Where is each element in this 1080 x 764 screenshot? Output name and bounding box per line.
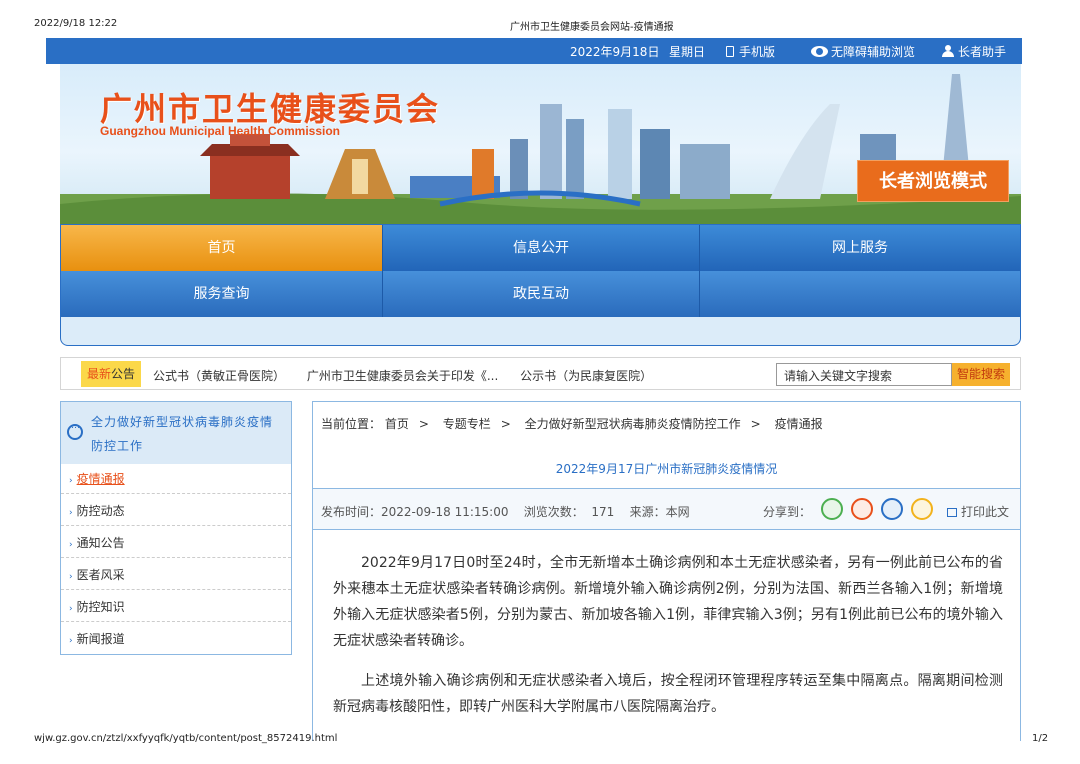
qzone-icon[interactable] xyxy=(911,498,933,520)
main-nav: 首页 信息公开 网上服务 服务查询 政民互动 xyxy=(60,224,1021,346)
top-bar: 2022年9月18日 星期日 手机版 无障碍辅助浏览 长者助手 xyxy=(46,38,1022,64)
publish-time: 2022-09-18 11:15:00 xyxy=(381,505,509,519)
eye-icon xyxy=(811,46,828,57)
print-datetime: 2022/9/18 12:22 xyxy=(34,18,118,29)
breadcrumb-topics[interactable]: 专题专栏 xyxy=(443,417,491,431)
printer-icon xyxy=(947,508,957,517)
current-weekday: 星期日 xyxy=(669,45,706,59)
chevron-right-icon: › xyxy=(69,604,73,614)
notice-item[interactable]: 公示书（为民康复医院） xyxy=(520,369,652,383)
search-button[interactable]: 智能搜索 xyxy=(952,363,1010,386)
mobile-link[interactable]: 手机版 xyxy=(726,43,775,60)
nav-interaction[interactable]: 政民互动 xyxy=(383,271,700,317)
mobile-icon xyxy=(726,46,734,57)
nav-service-query[interactable]: 服务查询 xyxy=(61,271,383,317)
sidebar-item-epidemic-report[interactable]: › 疫情通报 xyxy=(61,464,291,494)
chevron-right-icon: › xyxy=(69,508,73,518)
print-title: 广州市卫生健康委员会网站-疫情通报 xyxy=(510,22,674,33)
current-date: 2022年9月18日 xyxy=(570,45,660,59)
article-title: 2022年9月17日广州市新冠肺炎疫情情况 xyxy=(555,462,778,476)
article-meta: 发布时间：2022-09-18 11:15:00 浏览次数： 171 来源：本网… xyxy=(313,488,1020,530)
sidebar-item-medical-staff[interactable]: › 医者风采 xyxy=(61,560,291,590)
qq-icon[interactable] xyxy=(881,498,903,520)
article-panel: 当前位置： 首页 > 专题专栏 > 全力做好新型冠状病毒肺炎疫情防控工作 > 疫情通报… xyxy=(312,401,1021,741)
notice-label: 最新公告 xyxy=(81,361,141,387)
article-body: 2022年9月17日0时至24时，全市无新增本土确诊病例和本土无症状感染者，另有… xyxy=(333,550,1003,734)
wechat-icon[interactable] xyxy=(821,498,843,520)
print-header: 2022/9/18 12:22 广州市卫生健康委员会网站-疫情通报 xyxy=(0,18,1080,33)
sidebar-item-news[interactable]: › 新闻报道 xyxy=(61,624,291,654)
chevron-right-icon: › xyxy=(69,572,73,582)
print-article-button[interactable]: 打印此文 xyxy=(947,503,1009,520)
breadcrumb-current[interactable]: 疫情通报 xyxy=(775,417,823,431)
sidebar-item-notices[interactable]: › 通知公告 xyxy=(61,528,291,558)
accessible-link[interactable]: 无障碍辅助浏览 xyxy=(811,43,915,60)
article-info: 发布时间：2022-09-18 11:15:00 浏览次数： 171 来源：本网 xyxy=(321,505,690,519)
notice-item[interactable]: 公式书（黄敏正骨医院） xyxy=(153,369,285,383)
print-page-number: 1/2 xyxy=(1032,733,1049,744)
notice-item[interactable]: 广州市卫生健康委员会关于印发《... xyxy=(307,369,498,383)
article-source: 本网 xyxy=(665,505,690,519)
nav-empty-cell xyxy=(700,271,1020,317)
weibo-icon[interactable] xyxy=(851,498,873,520)
chat-bubble-icon xyxy=(67,421,83,440)
print-url: wjw.gz.gov.cn/ztzl/xxfyyqfk/yqtb/content… xyxy=(34,733,338,744)
notice-items: 公式书（黄敏正骨医院） 广州市卫生健康委员会关于印发《... 公示书（为民康复医… xyxy=(153,367,670,384)
nav-info-public[interactable]: 信息公开 xyxy=(383,225,700,271)
user-icon xyxy=(941,45,955,57)
breadcrumb: 当前位置： 首页 > 专题专栏 > 全力做好新型冠状病毒肺炎疫情防控工作 > 疫情通报 xyxy=(321,417,823,431)
share-label: 分享到： xyxy=(763,505,812,519)
breadcrumb-covid[interactable]: 全力做好新型冠状病毒肺炎疫情防控工作 xyxy=(525,417,741,431)
search-input[interactable]: 请输入关键文字搜索 xyxy=(776,363,952,386)
article-paragraph: 2022年9月17日0时至24时，全市无新增本土确诊病例和本土无症状感染者，另有… xyxy=(333,555,1003,649)
sidebar: 全力做好新型冠状病毒肺炎疫情防控工作 ›疫情通报 ›防控动态 ›通知公告 ›医者… xyxy=(60,401,292,655)
chevron-right-icon: › xyxy=(69,476,73,486)
sidebar-item-knowledge[interactable]: › 防控知识 xyxy=(61,592,291,622)
chevron-right-icon: › xyxy=(69,540,73,550)
sidebar-item-control-news[interactable]: › 防控动态 xyxy=(61,496,291,526)
site-banner: 广州市卫生健康委员会 Guangzhou Municipal Health Co… xyxy=(60,64,1021,224)
view-count: 171 xyxy=(591,505,615,519)
elder-helper-link[interactable]: 长者助手 xyxy=(941,43,1006,60)
breadcrumb-home[interactable]: 首页 xyxy=(385,417,409,431)
sidebar-heading: 全力做好新型冠状病毒肺炎疫情防控工作 xyxy=(91,415,274,453)
chevron-right-icon: › xyxy=(69,636,73,646)
nav-online-service[interactable]: 网上服务 xyxy=(700,225,1020,271)
elder-mode-button[interactable]: 长者浏览模式 xyxy=(857,160,1009,202)
nav-home[interactable]: 首页 xyxy=(61,225,383,271)
site-logo-en: Guangzhou Municipal Health Commission xyxy=(100,124,341,138)
article-paragraph: 上述境外输入确诊病例和无症状感染者入境后，按全程闭环管理程序转运至集中隔离点。隔… xyxy=(333,673,1003,715)
sidebar-header: 全力做好新型冠状病毒肺炎疫情防控工作 xyxy=(61,402,291,464)
